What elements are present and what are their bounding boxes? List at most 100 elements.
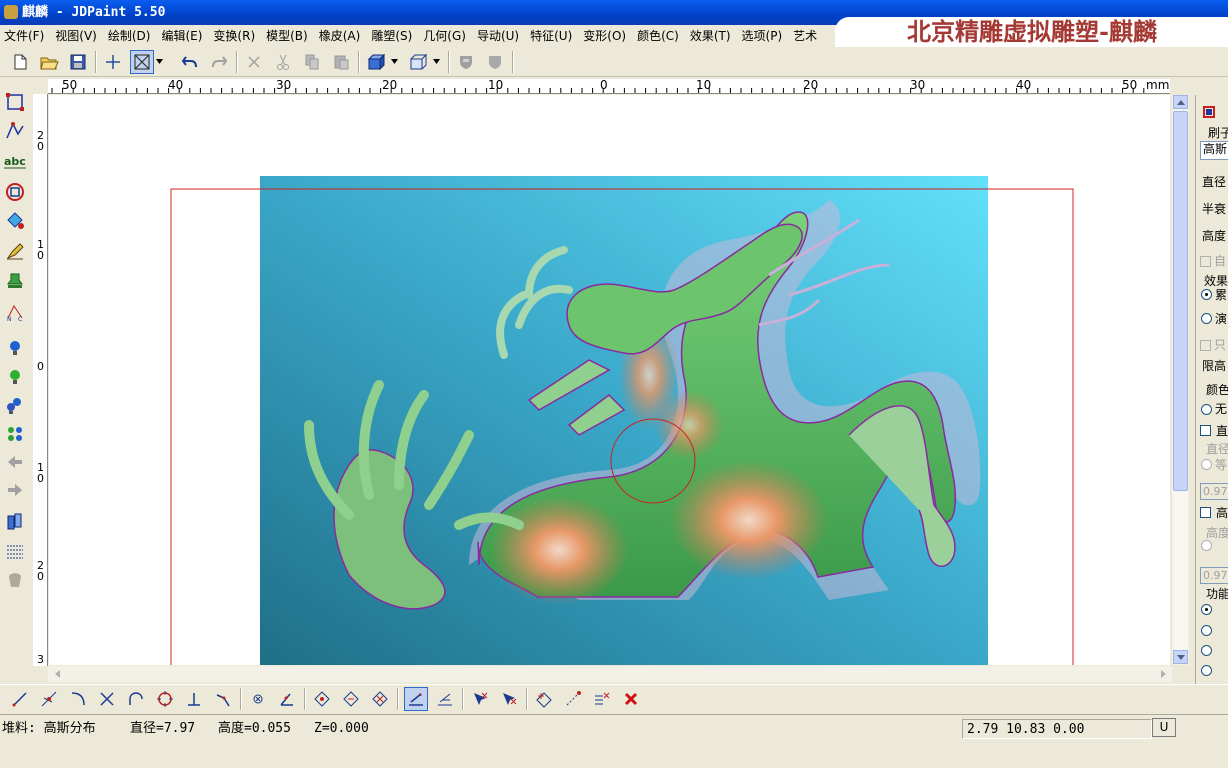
offset-tool[interactable] <box>211 687 235 711</box>
diamond-tool-1[interactable] <box>310 687 334 711</box>
diamond-tool-3[interactable] <box>368 687 392 711</box>
relief-view[interactable] <box>49 95 1170 665</box>
save-button[interactable] <box>66 50 90 74</box>
ortho-tool[interactable] <box>404 687 428 711</box>
scroll-down-button[interactable] <box>1173 650 1188 664</box>
select-dropdown-button[interactable] <box>155 50 165 74</box>
list-tool[interactable] <box>590 687 614 711</box>
function-radio-4[interactable] <box>1201 665 1212 676</box>
diamond-tool-2[interactable] <box>339 687 363 711</box>
view-3d-dropdown[interactable] <box>390 50 400 74</box>
circle-snap-tool[interactable] <box>153 687 177 711</box>
center-snap-tool[interactable] <box>246 687 270 711</box>
height3-radio[interactable] <box>1201 540 1212 551</box>
menu-options[interactable]: 选项(P) <box>742 27 783 44</box>
select-box-button[interactable] <box>130 50 154 74</box>
color-radio-1[interactable] <box>1201 404 1212 415</box>
refresh-tool[interactable] <box>3 422 27 446</box>
unit-button[interactable]: U <box>1152 718 1176 737</box>
menu-transform[interactable]: 变换(R) <box>213 27 255 44</box>
menu-effect[interactable]: 效果(T) <box>690 27 731 44</box>
svg-text:C: C <box>18 316 22 322</box>
hatch-tool[interactable] <box>3 539 27 563</box>
undo-button[interactable] <box>178 50 202 74</box>
circle-tool[interactable] <box>3 180 27 204</box>
text-tool[interactable]: abc <box>3 150 27 174</box>
light-tool-2[interactable] <box>3 365 27 389</box>
fill-tool[interactable] <box>3 208 27 232</box>
scroll-left-button[interactable] <box>50 667 64 681</box>
value-field-2[interactable]: 0.97 <box>1200 567 1228 584</box>
auto-checkbox[interactable] <box>1200 256 1211 267</box>
menu-geometry[interactable]: 几何(G) <box>423 27 466 44</box>
menu-file[interactable]: 文件(F) <box>4 27 44 44</box>
sculpt-brush-tool[interactable] <box>3 239 27 263</box>
menu-feature[interactable]: 特征(U) <box>530 27 572 44</box>
view-wire-button[interactable] <box>406 50 430 74</box>
layer-tool[interactable] <box>3 510 27 534</box>
value-field-1[interactable]: 0.97 <box>1200 483 1228 500</box>
angle-snap-tool[interactable] <box>275 687 299 711</box>
menu-edit[interactable]: 编辑(E) <box>161 27 202 44</box>
scroll-up-button[interactable] <box>1173 95 1188 109</box>
curve-tool[interactable] <box>66 687 90 711</box>
view-3d-button[interactable] <box>364 50 388 74</box>
menu-view[interactable]: 视图(V) <box>55 27 97 44</box>
tangent-tool[interactable] <box>37 687 61 711</box>
function-radio-2[interactable] <box>1201 625 1212 636</box>
height2-checkbox[interactable] <box>1200 507 1211 518</box>
menu-deform[interactable]: 变形(O) <box>583 27 626 44</box>
vertical-scrollbar[interactable] <box>1172 95 1189 665</box>
perpendicular-tool[interactable] <box>182 687 206 711</box>
menu-sculpt[interactable]: 雕塑(S) <box>371 27 412 44</box>
effect-radio-2[interactable] <box>1201 313 1212 324</box>
grid-snap-tool[interactable] <box>433 687 457 711</box>
paste-button[interactable] <box>329 50 353 74</box>
line-tool[interactable] <box>8 687 32 711</box>
view-wire-dropdown[interactable] <box>432 50 442 74</box>
shield-button-2[interactable] <box>483 50 507 74</box>
delete-button[interactable] <box>242 50 266 74</box>
new-file-button[interactable] <box>8 50 32 74</box>
open-file-button[interactable] <box>37 50 61 74</box>
tree-tool[interactable] <box>3 567 27 591</box>
menu-art[interactable]: 艺术 <box>793 27 817 44</box>
stamp-tool[interactable] <box>3 269 27 293</box>
scroll-right-button[interactable] <box>1156 667 1170 681</box>
menu-draw[interactable]: 绘制(D) <box>108 27 151 44</box>
only-checkbox[interactable] <box>1200 340 1211 351</box>
light-tool-1[interactable] <box>3 336 27 360</box>
polyline-tool[interactable] <box>3 118 27 142</box>
shield-button-1[interactable] <box>454 50 478 74</box>
menu-guide[interactable]: 导动(U) <box>477 27 519 44</box>
diameter2-radio[interactable] <box>1201 459 1212 470</box>
pick-tool-1[interactable] <box>468 687 492 711</box>
function-radio-3[interactable] <box>1201 645 1212 656</box>
copy-button[interactable] <box>300 50 324 74</box>
redo-button[interactable] <box>207 50 231 74</box>
cut-button[interactable] <box>271 50 295 74</box>
forward-arrow-tool[interactable] <box>3 478 27 502</box>
arc-tool[interactable] <box>124 687 148 711</box>
transform-tool[interactable] <box>532 687 556 711</box>
light-tool-3[interactable] <box>3 393 27 417</box>
back-arrow-tool[interactable] <box>3 450 27 474</box>
offset-icon <box>216 694 230 707</box>
brush-select[interactable]: 高斯 <box>1200 141 1228 160</box>
scroll-thumb[interactable] <box>1173 111 1188 491</box>
pick-tool-2[interactable] <box>497 687 521 711</box>
intersect-tool[interactable] <box>95 687 119 711</box>
menu-color[interactable]: 颜色(C) <box>637 27 679 44</box>
direct-checkbox[interactable] <box>1200 425 1211 436</box>
effect-radio-1[interactable] <box>1201 289 1212 300</box>
menu-eraser[interactable]: 橡皮(A) <box>319 27 361 44</box>
cancel-tool[interactable] <box>619 687 643 711</box>
drawing-canvas[interactable] <box>49 95 1170 665</box>
function-radio-1[interactable] <box>1201 604 1212 615</box>
horizontal-scrollbar[interactable] <box>48 666 1172 682</box>
node-edit-tool[interactable]: NC <box>3 300 27 324</box>
select-nodes-tool[interactable] <box>3 90 27 114</box>
measure-tool[interactable] <box>561 687 585 711</box>
crosshair-button[interactable] <box>101 50 125 74</box>
menu-model[interactable]: 模型(B) <box>266 27 308 44</box>
